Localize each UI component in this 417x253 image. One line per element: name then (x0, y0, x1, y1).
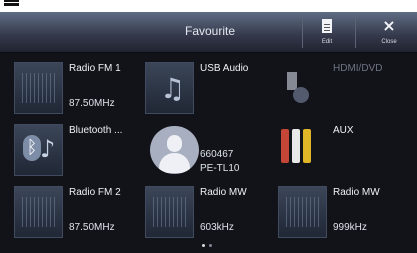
header-divider (302, 17, 303, 48)
page-dot-active (202, 244, 205, 247)
tile-frequency: 603kHz (200, 222, 234, 233)
radio-wave-graphic (286, 197, 319, 227)
favourite-tile-hdmi-dvd: HDMI/DVD (273, 58, 402, 118)
tile-frequency: 999kHz (333, 222, 367, 233)
music-note-glyph: ♪ (40, 135, 56, 163)
cropped-heading-text (25, 0, 31, 12)
radio-tile-icon (278, 186, 327, 238)
bluetooth-audio-icon: ᛒ ♪ (14, 124, 63, 176)
tile-label: Radio MW (333, 187, 380, 198)
favourite-tile-radio-fm2[interactable]: Radio FM 2 87.50MHz (9, 182, 138, 242)
contact-number: 660467 (200, 149, 234, 160)
header-bar: Favourite Edit × Close (0, 12, 417, 53)
tile-label: Radio FM 1 (69, 63, 121, 74)
favourite-tile-bluetooth-audio[interactable]: ᛒ ♪ Bluetooth ... (9, 120, 138, 180)
radio-tile-icon (14, 62, 63, 114)
contact-name: PE-TL10 (200, 163, 240, 174)
header-divider (355, 17, 356, 48)
tile-label: Radio FM 2 (69, 187, 121, 198)
menu-logo-icon (4, 0, 19, 6)
cropped-heading-strip (0, 0, 417, 12)
tile-frequency: 87.50MHz (69, 98, 115, 109)
rca-red-plug (281, 129, 289, 163)
close-button[interactable]: × Close (372, 17, 406, 48)
favourite-tile-radio-mw-603[interactable]: Radio MW 603kHz (140, 182, 269, 242)
page-dot (209, 244, 212, 247)
pagination-dots (202, 244, 216, 248)
radio-tile-icon (145, 186, 194, 238)
tile-label: Bluetooth ... (69, 125, 123, 136)
edit-button[interactable]: Edit (310, 17, 344, 48)
favourite-tile-usb-audio[interactable]: ♫ USB Audio (140, 58, 269, 118)
favourite-tile-radio-fm1[interactable]: Radio FM 1 87.50MHz (9, 58, 138, 118)
contact-person-icon (150, 126, 199, 174)
favourite-tile-contact[interactable]: 660467 PE-TL10 (140, 120, 269, 180)
radio-wave-graphic (153, 197, 186, 227)
favourite-tile-aux[interactable]: AUX (273, 120, 402, 180)
tile-frequency: 87.50MHz (69, 222, 115, 233)
favourite-tile-radio-mw-999[interactable]: Radio MW 999kHz (273, 182, 402, 242)
radio-wave-graphic (22, 197, 55, 227)
music-note-icon: ♫ (145, 62, 194, 114)
tile-label: USB Audio (200, 63, 249, 74)
rca-yellow-plug (303, 129, 311, 163)
tile-label: HDMI/DVD (333, 63, 383, 74)
close-label: Close (381, 39, 397, 45)
rca-connector-icon (279, 129, 313, 163)
tile-label: AUX (333, 125, 354, 136)
close-icon: × (382, 16, 396, 35)
edit-label: Edit (321, 39, 333, 45)
rca-white-plug (292, 129, 300, 163)
page-title: Favourite (184, 24, 236, 38)
tile-label: Radio MW (200, 187, 247, 198)
bluetooth-icon: ᛒ (23, 135, 41, 161)
edit-document-icon (322, 19, 332, 33)
favourite-screen: Favourite Edit × Close Radio FM 1 87.50M… (0, 12, 417, 253)
hdmi-plug-icon (283, 66, 313, 106)
radio-wave-graphic (22, 73, 55, 103)
radio-tile-icon (14, 186, 63, 238)
music-note-glyph: ♫ (160, 72, 186, 105)
